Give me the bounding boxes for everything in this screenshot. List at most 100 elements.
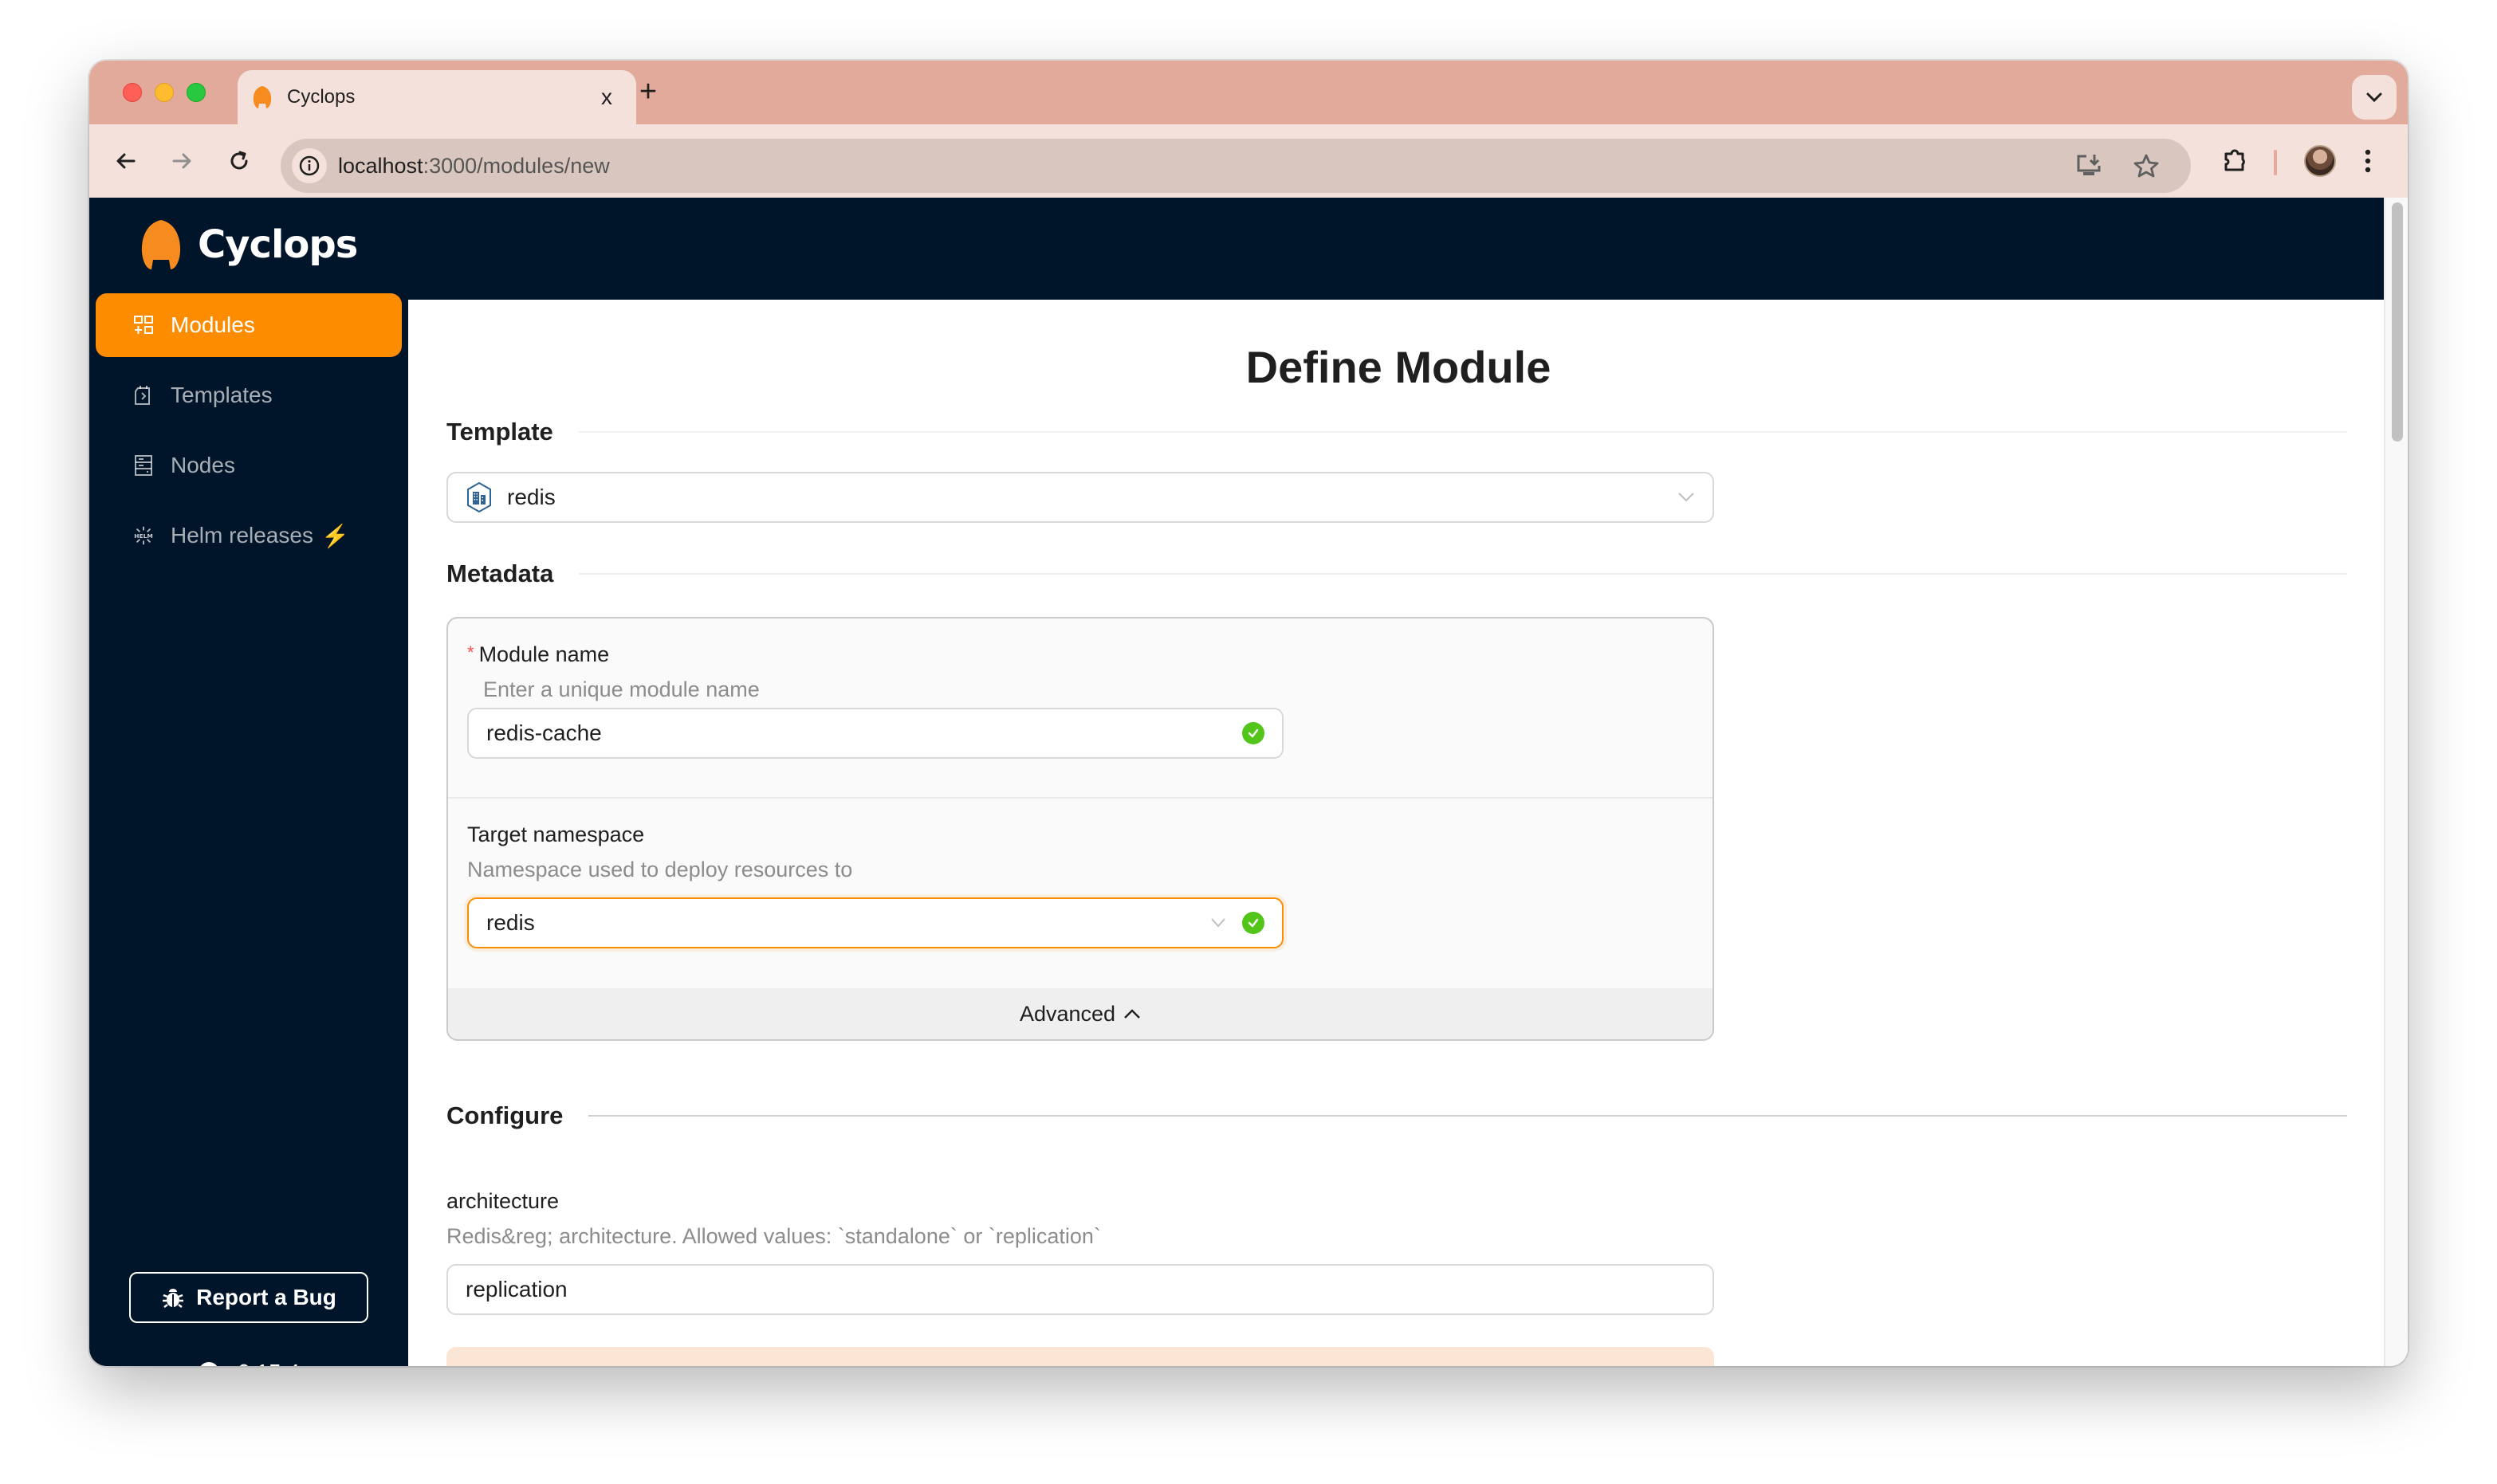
avatar — [2304, 145, 2336, 177]
bug-icon — [163, 1289, 184, 1308]
advanced-toggle[interactable]: Advanced — [448, 988, 1713, 1039]
sidebar-item-label: Helm releases — [171, 523, 313, 548]
reload-button[interactable] — [220, 142, 258, 180]
section-divider — [578, 431, 2347, 433]
site-info-button[interactable] — [292, 148, 327, 183]
url-text: localhost:3000/modules/new — [338, 154, 610, 179]
module-name-value: redis-cache — [486, 720, 602, 745]
arrow-right-icon — [172, 153, 191, 169]
page-viewport: Cyclops Modules Templates Nodes HELM Hel… — [89, 198, 2408, 1366]
tab-strip: Cyclops x + — [89, 61, 2408, 124]
profile-button[interactable] — [2301, 142, 2339, 180]
browser-toolbar: localhost:3000/modules/new — [89, 124, 2408, 198]
cyclops-logo-icon — [141, 220, 181, 269]
target-namespace-select[interactable]: redis — [467, 897, 1284, 948]
redis-template-icon — [467, 481, 491, 513]
module-name-label-text: Module name — [478, 642, 610, 666]
architecture-value: replication — [466, 1277, 568, 1301]
advanced-label: Advanced — [1019, 1001, 1116, 1026]
chevron-down-icon — [2366, 92, 2382, 103]
target-namespace-label: Target namespace — [467, 822, 645, 846]
required-marker: * — [467, 642, 474, 662]
version-label: v0.15.4 — [226, 1360, 300, 1366]
install-app-button[interactable] — [2073, 150, 2105, 182]
url-path: :3000/modules/new — [423, 153, 610, 178]
url-host: localhost — [338, 153, 423, 178]
kebab-menu-icon — [2365, 149, 2371, 173]
toolbar-separator — [2274, 150, 2277, 175]
star-icon — [2133, 154, 2159, 178]
tab-search-button[interactable] — [2352, 75, 2397, 120]
module-name-help: Enter a unique module name — [483, 677, 760, 701]
report-bug-label: Report a Bug — [196, 1285, 336, 1309]
puzzle-icon — [2224, 149, 2245, 171]
extensions-button[interactable] — [2216, 142, 2255, 180]
page-scrollbar[interactable] — [2384, 198, 2408, 1366]
nodes-icon — [132, 454, 155, 477]
cyclops-favicon-icon — [253, 86, 272, 108]
new-tab-button[interactable]: + — [628, 72, 668, 112]
lightning-icon: ⚡ — [320, 523, 349, 548]
architecture-input[interactable]: replication — [446, 1264, 1714, 1315]
sidebar-item-templates[interactable]: Templates — [96, 363, 402, 427]
svg-text:HELM: HELM — [134, 532, 153, 540]
module-name-label: * Module name — [467, 642, 609, 667]
minimize-window-button[interactable] — [155, 83, 174, 102]
sidebar-item-helm-releases[interactable]: HELM Helm releases ⚡ — [96, 504, 402, 567]
modules-icon — [132, 314, 155, 336]
sidebar-item-modules[interactable]: Modules — [96, 293, 402, 357]
helm-icon: HELM — [132, 524, 155, 547]
github-icon — [200, 1362, 218, 1366]
target-namespace-help: Namespace used to deploy resources to — [467, 858, 853, 881]
section-configure-header: Configure — [446, 1101, 2347, 1130]
section-metadata-header: Metadata — [446, 559, 2347, 588]
section-label: Metadata — [446, 559, 554, 587]
section-label: Template — [446, 418, 553, 446]
chevron-down-icon — [1211, 918, 1225, 928]
report-bug-button[interactable]: Report a Bug — [129, 1272, 368, 1323]
app-name: Cyclops — [198, 222, 358, 267]
section-divider — [588, 1115, 2347, 1117]
chevron-down-icon — [1678, 493, 1694, 502]
tab-title: Cyclops — [287, 86, 356, 108]
sidebar-item-label: Templates — [171, 383, 273, 407]
reload-icon — [230, 151, 248, 170]
chevron-up-icon — [1124, 1009, 1140, 1019]
architecture-label: architecture — [446, 1189, 560, 1213]
bookmark-button[interactable] — [2130, 150, 2162, 182]
back-button[interactable] — [107, 142, 145, 180]
config-panel-partial — [446, 1347, 1714, 1366]
sidebar-item-nodes[interactable]: Nodes — [96, 434, 402, 497]
scrollbar-thumb[interactable] — [2392, 202, 2403, 442]
sidebar: Cyclops Modules Templates Nodes HELM Hel… — [89, 198, 408, 1366]
close-tab-icon[interactable]: x — [595, 84, 619, 110]
section-template-header: Template — [446, 418, 2347, 446]
address-bar[interactable]: localhost:3000/modules/new — [281, 139, 2191, 193]
sidebar-item-label: Nodes — [171, 453, 235, 477]
architecture-help: Redis&reg; architecture. Allowed values:… — [446, 1224, 1101, 1248]
version-link[interactable]: v0.15.4 — [89, 1360, 408, 1366]
browser-tab-active[interactable]: Cyclops x — [238, 70, 636, 124]
app-logo[interactable]: Cyclops — [139, 218, 358, 271]
section-divider — [579, 573, 2347, 575]
forward-button[interactable] — [163, 142, 201, 180]
card-divider — [448, 797, 1713, 799]
module-name-input[interactable]: redis-cache — [467, 708, 1284, 759]
arrow-left-icon — [116, 153, 136, 169]
info-icon — [299, 155, 320, 176]
metadata-card: * Module name Enter a unique module name … — [446, 617, 1714, 1041]
template-select-value: redis — [507, 485, 556, 509]
browser-menu-button[interactable] — [2349, 142, 2387, 180]
close-window-button[interactable] — [123, 83, 142, 102]
sidebar-menu: Modules Templates Nodes HELM Helm releas… — [96, 293, 402, 574]
target-namespace-value: redis — [486, 910, 535, 935]
page-title: Define Module — [1245, 342, 1551, 392]
templates-icon — [132, 384, 155, 406]
section-label: Configure — [446, 1101, 564, 1129]
template-select[interactable]: redis — [446, 472, 1714, 523]
install-app-icon — [2077, 155, 2101, 175]
sidebar-item-label: Modules — [171, 312, 255, 337]
browser-window: Cyclops x + localhost:3000/modules/new C… — [89, 61, 2408, 1366]
maximize-window-button[interactable] — [187, 83, 206, 102]
top-header-bar — [408, 198, 2389, 300]
